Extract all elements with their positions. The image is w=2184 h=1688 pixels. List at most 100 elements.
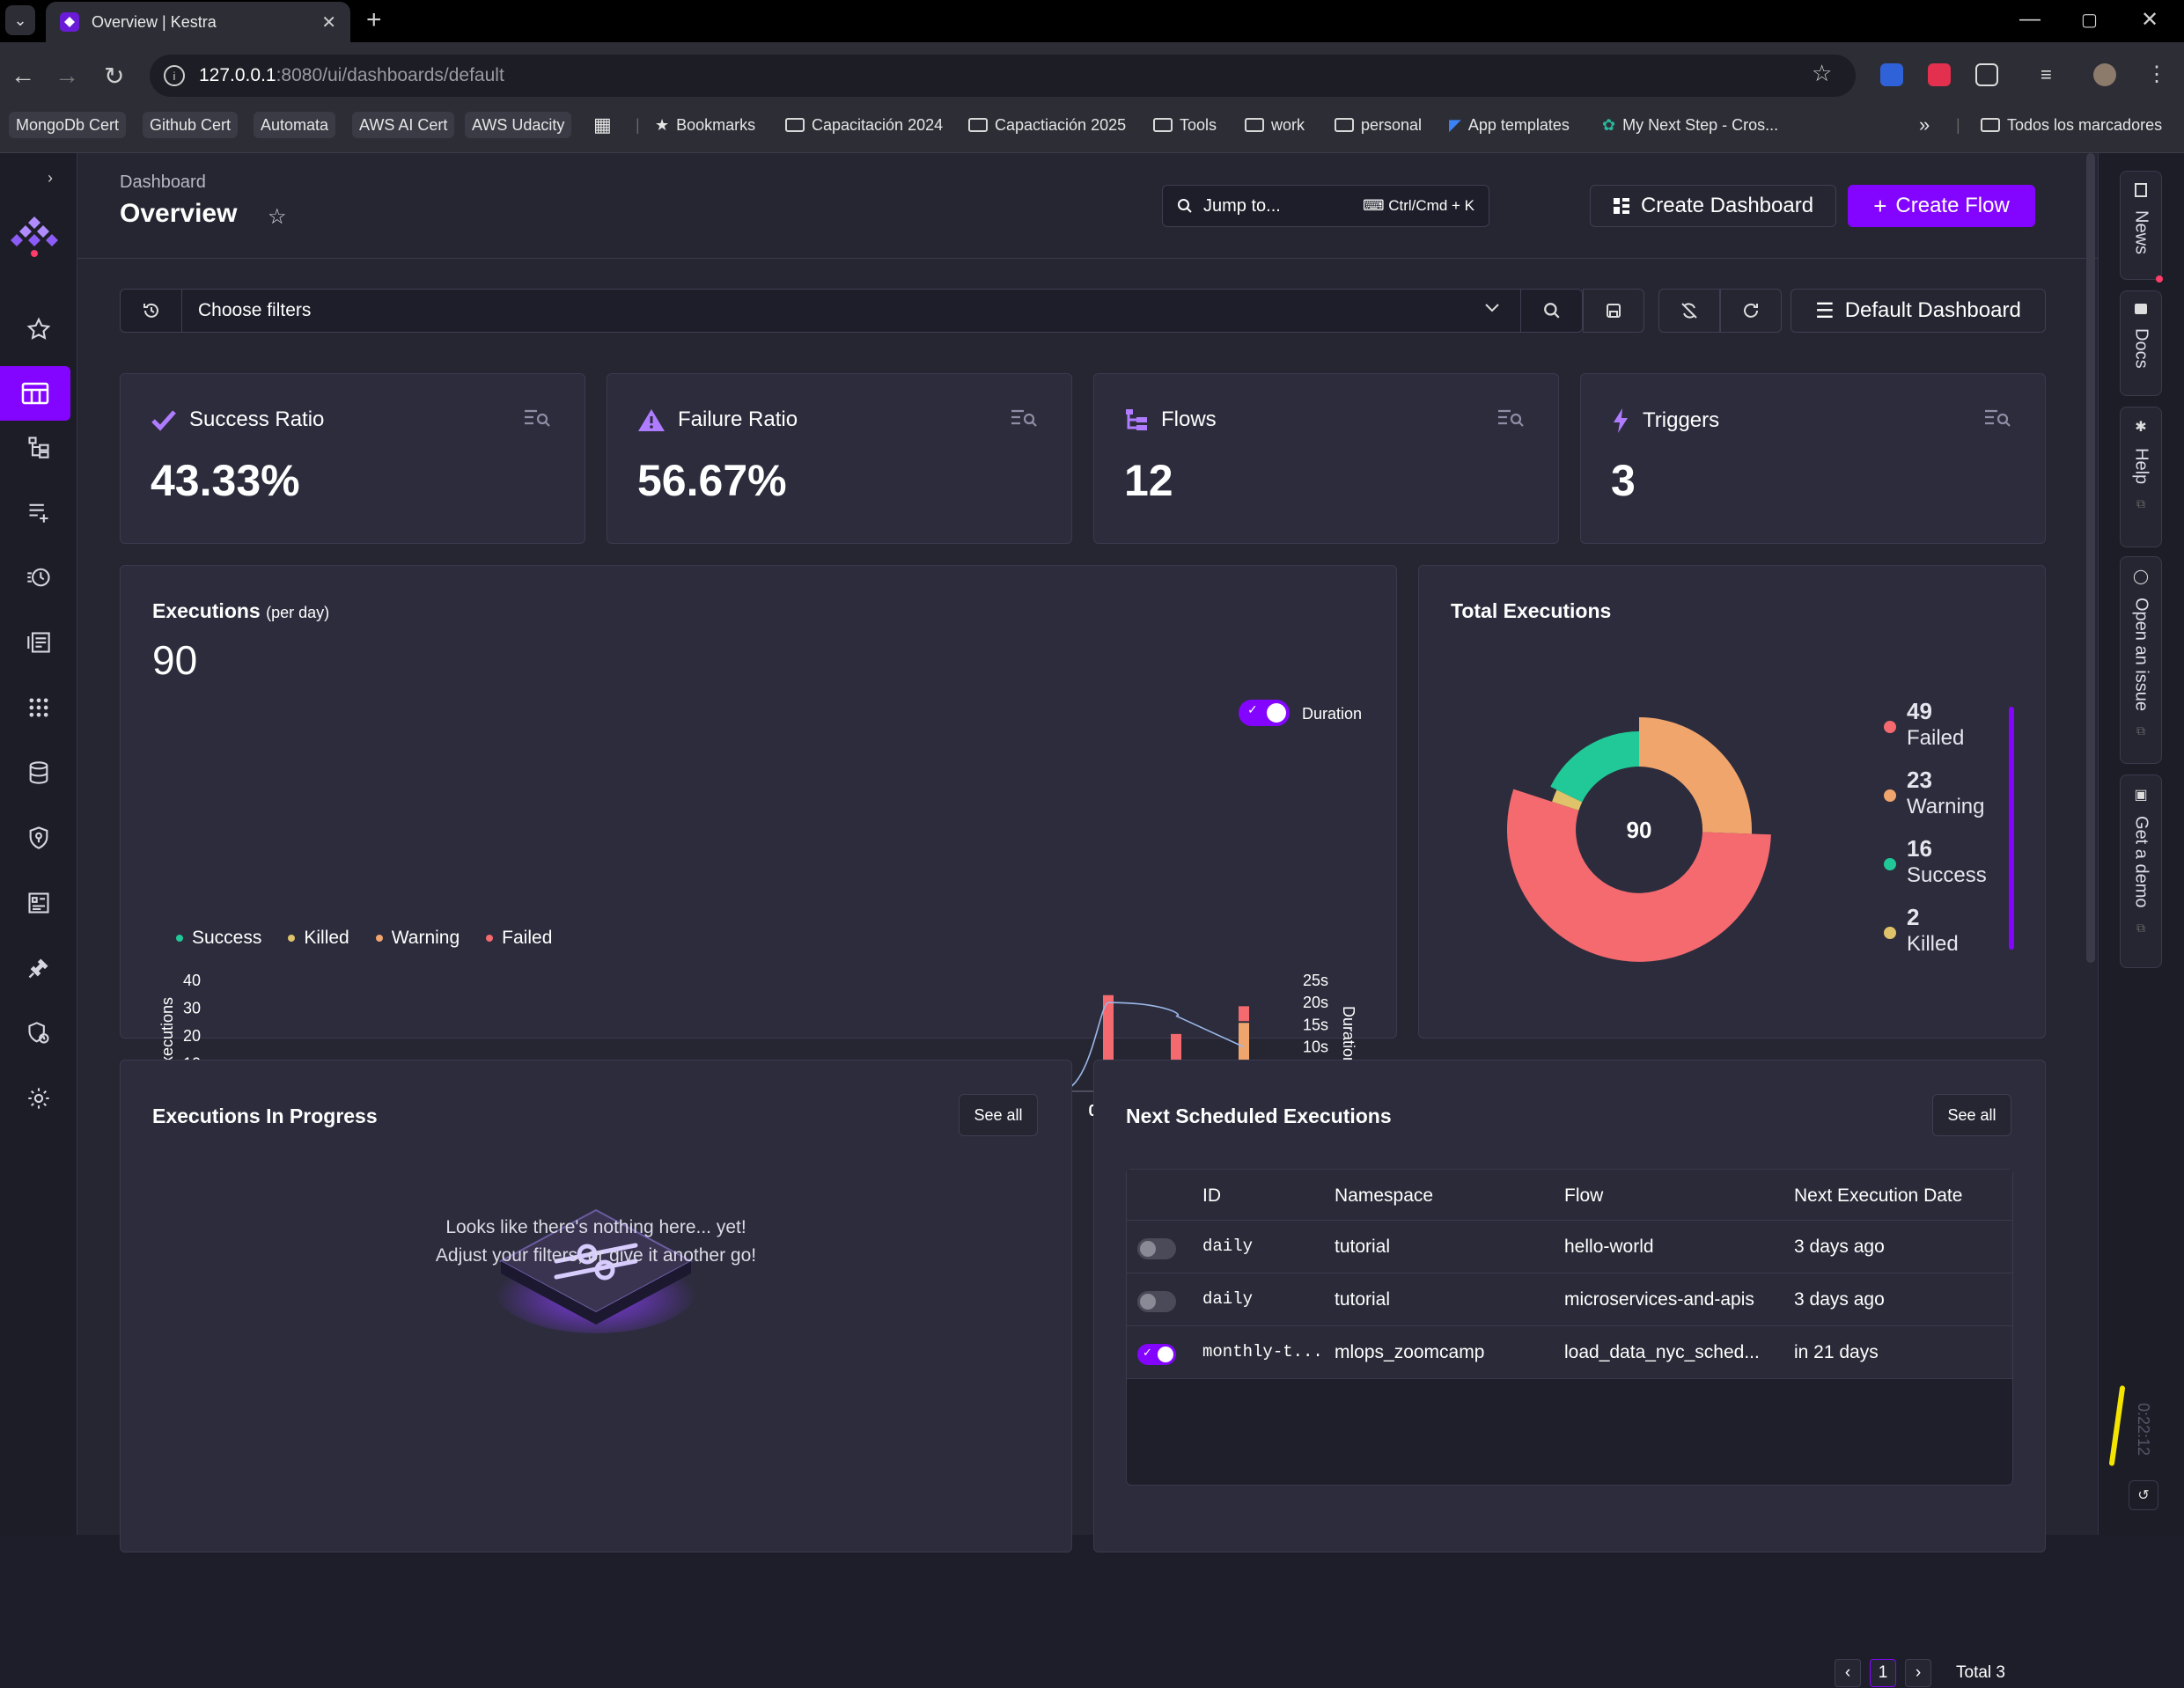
more-bookmarks-icon[interactable]: » xyxy=(1919,112,1930,138)
maximize-icon[interactable]: ▢ xyxy=(2081,9,2098,31)
favorite-star-icon[interactable]: ☆ xyxy=(268,204,287,230)
bookmark-bookmarks[interactable]: ★ Bookmarks xyxy=(655,112,755,138)
logs-nav-icon[interactable] xyxy=(19,623,58,662)
bookmark-mongodb[interactable]: MongoDb Cert xyxy=(9,112,127,138)
profile-avatar[interactable] xyxy=(2093,63,2116,86)
extensions-puzzle-icon[interactable] xyxy=(1975,63,1998,86)
scheduled-see-all-button[interactable]: See all xyxy=(1932,1094,2011,1136)
rail-get-demo[interactable]: ▣ Get a demo ⧉ xyxy=(2120,774,2162,968)
save-filter-icon[interactable] xyxy=(1583,289,1644,333)
rail-help[interactable]: ✱ Help ⧉ xyxy=(2120,407,2162,547)
all-bookmarks[interactable]: Todos los marcadores xyxy=(1981,112,2162,138)
breadcrumb[interactable]: Dashboard xyxy=(120,172,206,193)
trigger-toggle-off[interactable] xyxy=(1137,1291,1176,1312)
table-row[interactable]: daily tutorial microservices-and-apis 3 … xyxy=(1127,1273,2012,1326)
bookmark-aws-ai[interactable]: AWS AI Cert xyxy=(352,112,455,138)
duration-toggle[interactable]: ✓ xyxy=(1239,700,1290,726)
executions-nav-icon[interactable] xyxy=(19,558,58,597)
chevron-down-icon[interactable] xyxy=(1483,298,1501,316)
filter-history-icon[interactable] xyxy=(121,290,182,332)
back-icon[interactable]: ← xyxy=(11,62,35,90)
bookmark-aws-udacity[interactable]: AWS Udacity xyxy=(465,112,572,138)
reload-icon[interactable]: ↻ xyxy=(104,62,124,91)
bookmark-star-icon[interactable]: ☆ xyxy=(1812,60,1832,87)
expand-sidebar-icon[interactable]: › xyxy=(48,169,53,187)
extension-red-icon[interactable] xyxy=(1928,63,1951,86)
settings-nav-icon[interactable] xyxy=(19,1079,58,1118)
bookmark-folder-tools[interactable]: Tools xyxy=(1153,112,1217,138)
new-tab-icon[interactable]: + xyxy=(366,5,382,35)
bookmark-folder-personal[interactable]: personal xyxy=(1335,112,1422,138)
donut-legend-item-warning[interactable]: 23 Warning xyxy=(1884,767,2025,828)
bookmark-my-next-step[interactable]: ✿ My Next Step - Cros... xyxy=(1602,112,1778,138)
donut-legend-item-failed[interactable]: 49 Failed xyxy=(1884,698,2025,760)
next-page-icon[interactable]: › xyxy=(1905,1659,1931,1687)
default-dashboard-select[interactable]: ☰ Default Dashboard xyxy=(1791,289,2046,333)
site-info-icon[interactable]: i xyxy=(164,65,185,86)
tab-search-button[interactable]: ⌄ xyxy=(5,5,35,35)
minimize-icon[interactable]: — xyxy=(2019,7,2041,32)
close-tab-icon[interactable]: ✕ xyxy=(321,11,336,33)
table-row[interactable]: ✓ monthly-t... mlops_zoomcamp load_data_… xyxy=(1127,1326,2012,1379)
donut-legend-item-killed[interactable]: 2 Killed xyxy=(1884,904,2025,965)
bookmark-folder-2025[interactable]: Capactiación 2025 xyxy=(968,112,1126,138)
browser-menu-icon[interactable]: ⋮ xyxy=(2146,62,2167,87)
disable-refresh-icon[interactable] xyxy=(1658,289,1720,333)
legend-item-success[interactable]: Success xyxy=(176,928,261,949)
legend-item-warning[interactable]: Warning xyxy=(375,928,460,949)
secrets-nav-icon[interactable] xyxy=(19,818,58,857)
filter-search-lines-icon[interactable] xyxy=(1010,407,1038,429)
bookmark-github[interactable]: Github Cert xyxy=(143,112,239,138)
create-dashboard-button[interactable]: Create Dashboard xyxy=(1590,185,1836,227)
trigger-toggle-on[interactable]: ✓ xyxy=(1137,1344,1176,1365)
jump-to-search[interactable]: Jump to... ⌨ Ctrl/Cmd + K xyxy=(1162,185,1489,227)
table-row[interactable]: daily tutorial hello-world 3 days ago xyxy=(1127,1221,2012,1273)
blueprints-nav-icon[interactable] xyxy=(19,949,58,987)
create-flow-button[interactable]: + Create Flow xyxy=(1848,185,2035,227)
bookmark-automata[interactable]: Automata xyxy=(254,112,336,138)
forward-icon[interactable]: → xyxy=(55,62,79,90)
kestra-logo[interactable] xyxy=(11,213,58,261)
prev-page-icon[interactable]: ‹ xyxy=(1835,1659,1861,1687)
filter-search-icon[interactable] xyxy=(1520,290,1582,332)
browser-tab[interactable]: Overview | Kestra ✕ xyxy=(46,2,350,42)
flows-nav-icon[interactable] xyxy=(19,428,58,466)
page-scrollbar[interactable] xyxy=(2086,153,2095,963)
trigger-toggle-off[interactable] xyxy=(1137,1238,1176,1259)
security-nav-icon[interactable] xyxy=(19,1014,58,1053)
dashboard-nav-icon[interactable] xyxy=(0,366,70,421)
refresh-icon[interactable] xyxy=(1720,289,1782,333)
close-window-icon[interactable]: ✕ xyxy=(2141,7,2158,33)
filter-input[interactable]: Choose filters xyxy=(198,300,311,321)
column-header-id[interactable]: ID xyxy=(1202,1185,1221,1207)
legend-item-failed[interactable]: Failed xyxy=(486,928,552,949)
extension-bitwarden-icon[interactable] xyxy=(1880,63,1903,86)
url-bar[interactable]: 127.0.0.1:8080/ui/dashboards/default xyxy=(150,55,1856,97)
column-header-next-date[interactable]: Next Execution Date xyxy=(1794,1185,1962,1207)
legend-item-killed[interactable]: Killed xyxy=(288,928,349,949)
column-header-namespace[interactable]: Namespace xyxy=(1335,1185,1433,1207)
filter-search-lines-icon[interactable] xyxy=(1496,407,1525,429)
filter-search-lines-icon[interactable] xyxy=(523,407,551,429)
donut-legend-item-success[interactable]: 16 Success xyxy=(1884,835,2025,897)
donut-slice-warning[interactable] xyxy=(1639,717,1752,834)
rail-docs[interactable]: Docs xyxy=(2120,290,2162,396)
page-number[interactable]: 1 xyxy=(1870,1659,1896,1687)
column-header-flow[interactable]: Flow xyxy=(1564,1185,1603,1207)
flow-cell[interactable]: load_data_nyc_sched... xyxy=(1564,1342,1760,1363)
donut-center-total[interactable]: 90 xyxy=(1627,817,1652,843)
bookmark-folder-work[interactable]: work xyxy=(1245,112,1305,138)
filter-search-lines-icon[interactable] xyxy=(1983,407,2011,429)
templates-nav-icon[interactable] xyxy=(19,493,58,532)
flow-cell[interactable]: hello-world xyxy=(1564,1237,1654,1258)
history-icon[interactable]: ↺ xyxy=(2129,1480,2158,1510)
in-progress-see-all-button[interactable]: See all xyxy=(959,1094,1038,1136)
flow-cell[interactable]: microservices-and-apis xyxy=(1564,1289,1754,1310)
rail-news[interactable]: News xyxy=(2120,171,2163,283)
starred-icon[interactable] xyxy=(19,310,58,349)
bookmark-folder-2024[interactable]: Capacitación 2024 xyxy=(785,112,943,138)
apps-grid-icon[interactable]: ▦ xyxy=(593,112,612,138)
rail-open-issue[interactable]: ◯ Open an issue ⧉ xyxy=(2120,556,2162,764)
kv-store-nav-icon[interactable] xyxy=(19,753,58,792)
bookmark-app-templates[interactable]: ◤ App templates xyxy=(1449,112,1570,138)
